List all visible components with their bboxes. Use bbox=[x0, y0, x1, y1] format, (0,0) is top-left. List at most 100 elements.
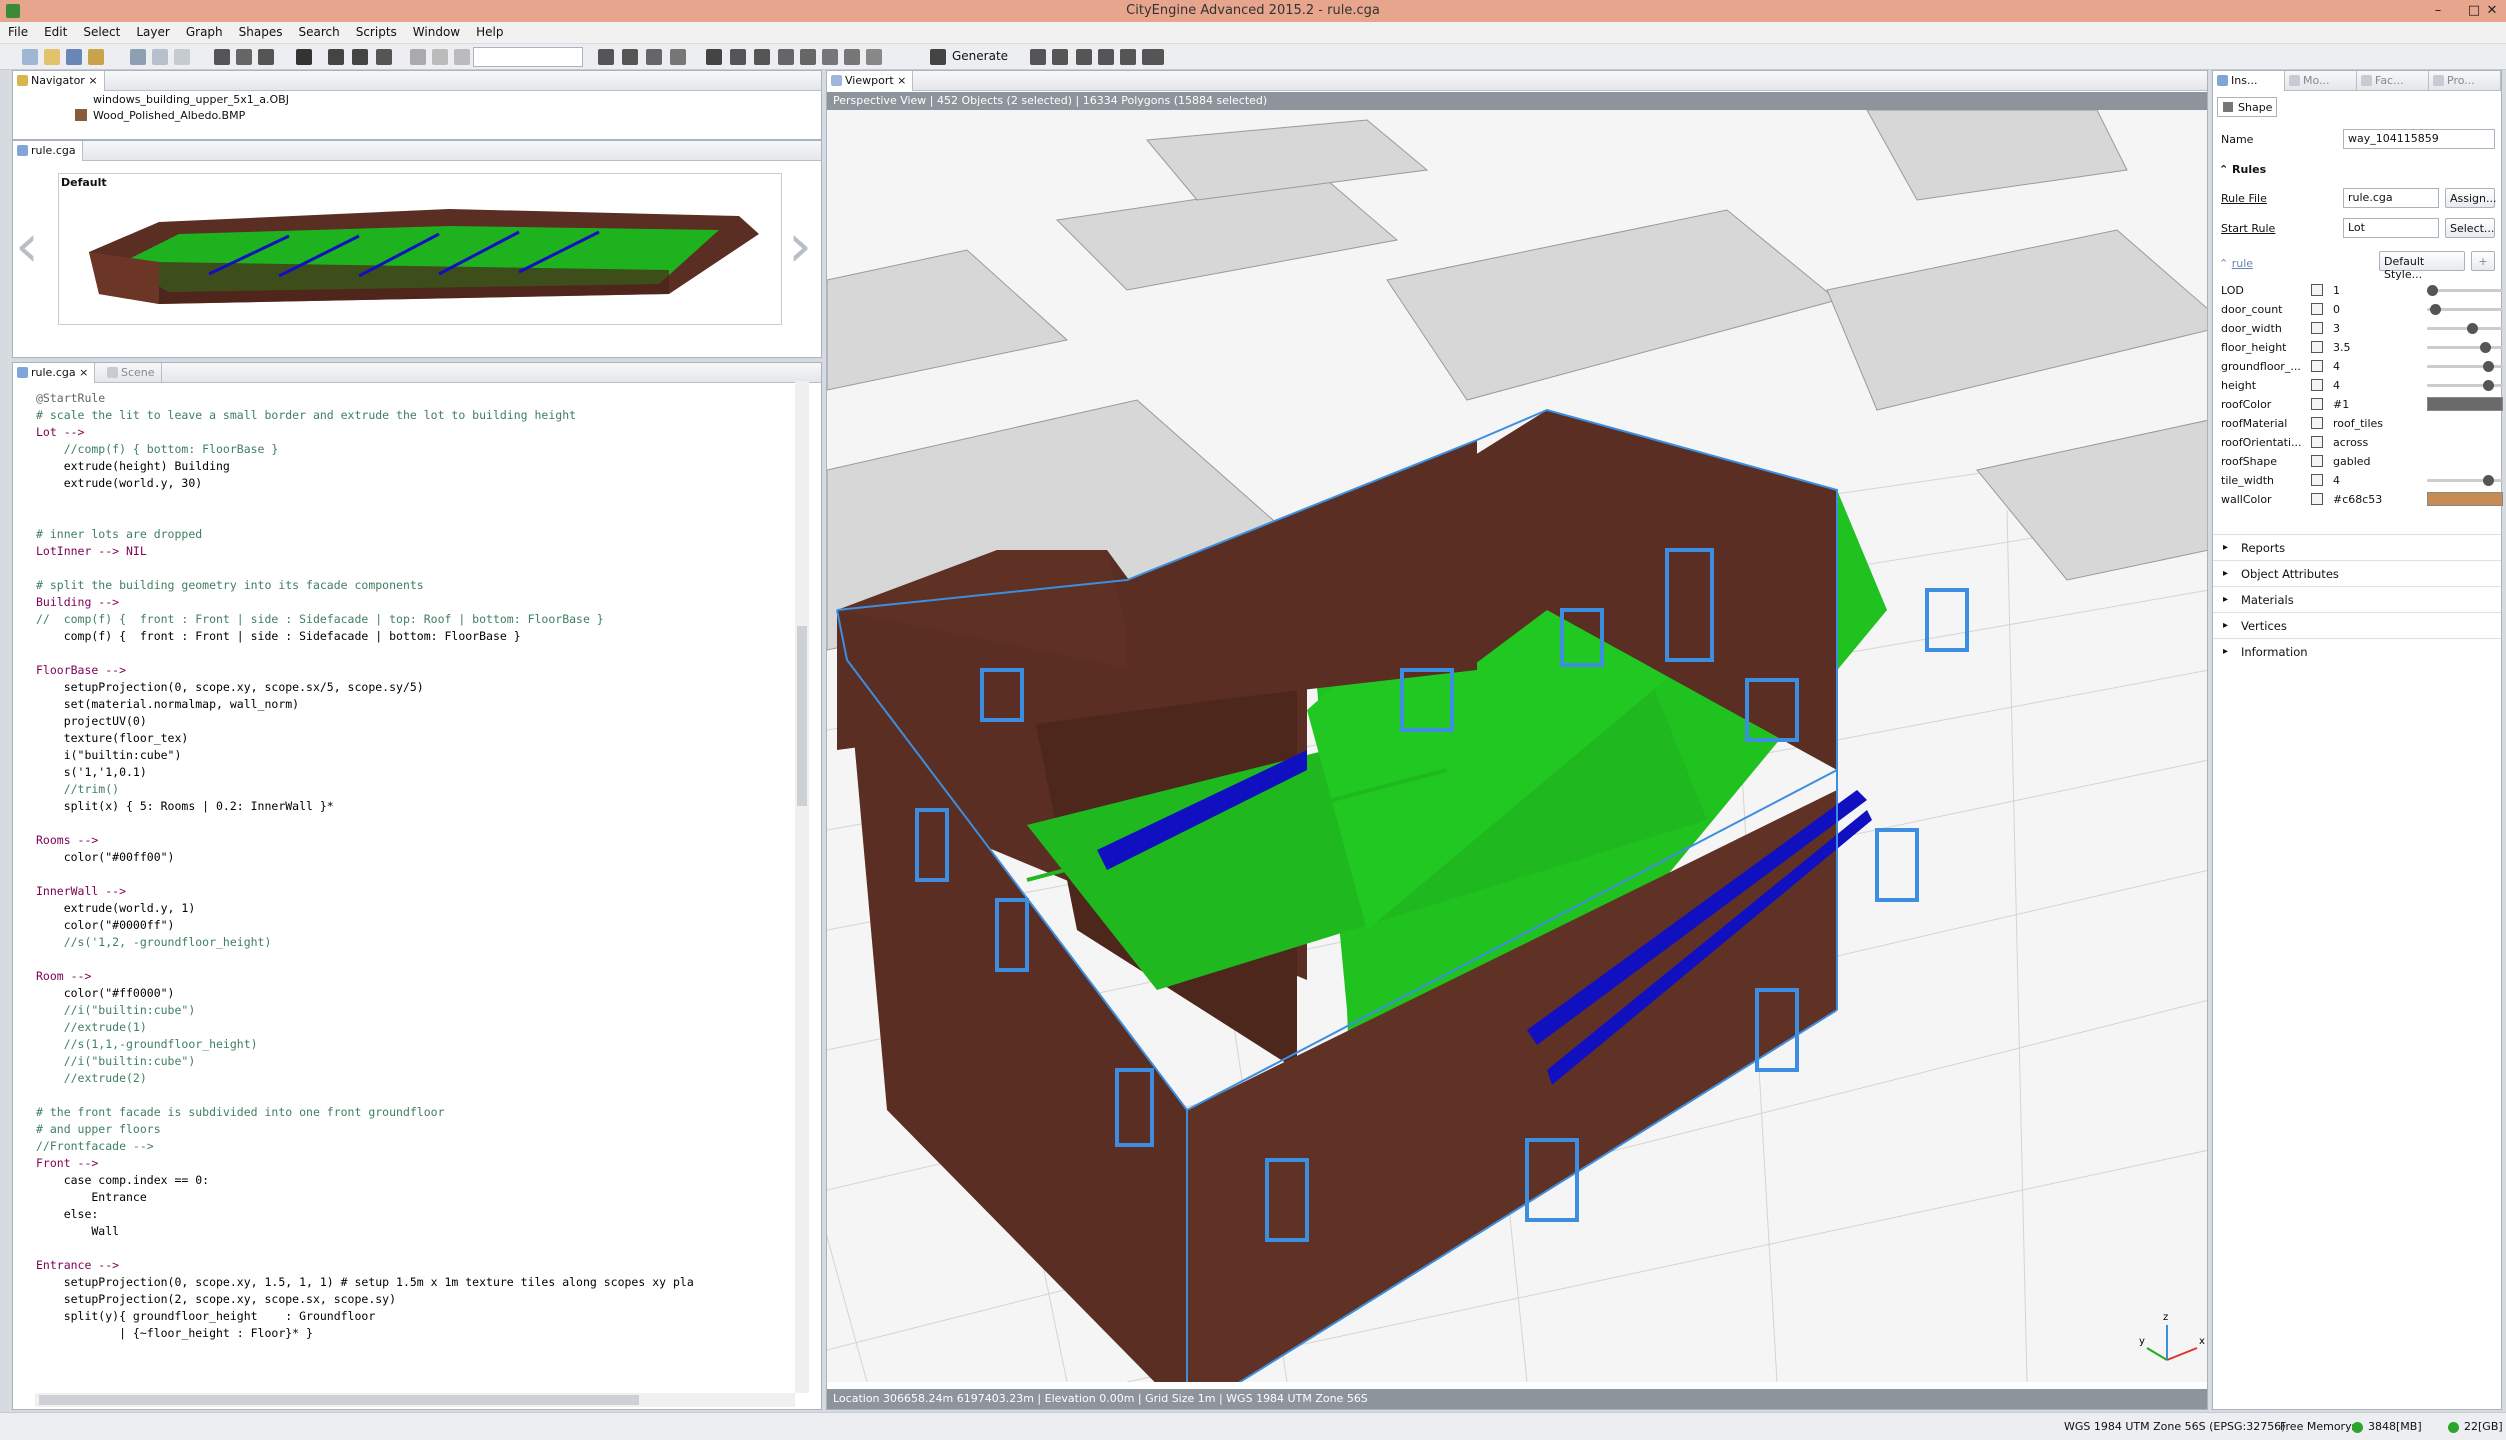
menu-search[interactable]: Search bbox=[290, 22, 347, 39]
attribute-source-icon[interactable] bbox=[2311, 379, 2323, 391]
code-line[interactable] bbox=[36, 560, 791, 577]
attribute-source-icon[interactable] bbox=[2311, 360, 2323, 372]
tab-navigator[interactable]: Navigator × bbox=[13, 71, 105, 91]
code-line[interactable]: # and upper floors bbox=[36, 1121, 791, 1138]
menu-scripts[interactable]: Scripts bbox=[348, 22, 405, 39]
code-line[interactable]: # inner lots are dropped bbox=[36, 526, 791, 543]
code-line[interactable]: LotInner --> NIL bbox=[36, 543, 791, 560]
code-line[interactable]: Entrance --> bbox=[36, 1257, 791, 1274]
code-line[interactable] bbox=[36, 1087, 791, 1104]
slider-knob[interactable] bbox=[2430, 304, 2442, 315]
attribute-value[interactable]: #c68c53 bbox=[2333, 493, 2382, 506]
attribute-value[interactable]: 4 bbox=[2333, 360, 2340, 373]
paste-icon[interactable] bbox=[174, 49, 190, 65]
rule-file-field[interactable]: rule.cga bbox=[2343, 188, 2439, 208]
code-line[interactable]: # scale the lit to leave a small border … bbox=[36, 407, 791, 424]
attribute-row[interactable]: tile_width 4 bbox=[2221, 471, 2503, 490]
attribute-row[interactable]: door_width 3 bbox=[2221, 319, 2503, 338]
editor-hscrollbar[interactable] bbox=[35, 1393, 795, 1407]
code-line[interactable]: i("builtin:cube") bbox=[36, 747, 791, 764]
code-line[interactable]: Rooms --> bbox=[36, 832, 791, 849]
default-style-button[interactable]: Default Style... bbox=[2379, 251, 2465, 281]
editor-vscrollbar[interactable] bbox=[795, 381, 809, 1393]
cube5-icon[interactable] bbox=[800, 49, 816, 65]
menu-shapes[interactable]: Shapes bbox=[231, 22, 291, 39]
name-field[interactable]: way_104115859 bbox=[2343, 129, 2495, 149]
tab-inspector[interactable]: Ins... bbox=[2213, 71, 2285, 91]
attribute-source-icon[interactable] bbox=[2311, 303, 2323, 315]
code-line[interactable]: //extrude(2) bbox=[36, 1070, 791, 1087]
code-line[interactable]: Wall bbox=[36, 1223, 791, 1240]
tab-rule-cga[interactable]: rule.cga × bbox=[13, 363, 96, 383]
attribute-value[interactable]: 0 bbox=[2333, 303, 2340, 316]
code-line[interactable]: extrude(world.y, 1) bbox=[36, 900, 791, 917]
menu-layer[interactable]: Layer bbox=[128, 22, 177, 39]
tab-scene[interactable]: Scene bbox=[103, 363, 162, 383]
code-line[interactable]: Front --> bbox=[36, 1155, 791, 1172]
add-icon[interactable]: + bbox=[2471, 251, 2495, 271]
code-line[interactable]: | {~floor_height : Floor}* } bbox=[36, 1325, 791, 1342]
slider-knob[interactable] bbox=[2479, 342, 2491, 353]
select-button[interactable]: Select... bbox=[2445, 218, 2495, 238]
code-line[interactable]: Entrance bbox=[36, 1189, 791, 1206]
attribute-row[interactable]: roofMaterial roof_tiles bbox=[2221, 414, 2495, 433]
transform-icon[interactable] bbox=[352, 49, 368, 65]
attribute-slider[interactable] bbox=[2427, 380, 2503, 391]
shape-tool-icon[interactable] bbox=[622, 49, 638, 65]
attribute-slider[interactable] bbox=[2427, 304, 2503, 315]
cube-icon[interactable] bbox=[706, 49, 722, 65]
lock-icon[interactable] bbox=[454, 49, 470, 65]
generate-button[interactable]: Generate bbox=[952, 49, 1008, 63]
attribute-value[interactable]: 3 bbox=[2333, 322, 2340, 335]
rect-tool-icon[interactable] bbox=[670, 49, 686, 65]
generate-icon[interactable] bbox=[930, 49, 946, 65]
snap-icon[interactable] bbox=[410, 49, 426, 65]
polygon-tool-icon[interactable] bbox=[646, 49, 662, 65]
code-line[interactable]: //i("builtin:cube") bbox=[36, 1002, 791, 1019]
rotate-icon[interactable] bbox=[236, 49, 252, 65]
code-line[interactable]: texture(floor_tex) bbox=[36, 730, 791, 747]
attribute-row[interactable]: roofOrientati... across bbox=[2221, 433, 2495, 452]
code-line[interactable]: //comp(f) { bottom: FloorBase } bbox=[36, 441, 791, 458]
code-line[interactable] bbox=[36, 866, 791, 883]
tab-facade[interactable]: Fac... bbox=[2357, 71, 2429, 91]
attribute-value[interactable]: 4 bbox=[2333, 379, 2340, 392]
minimize-button[interactable]: – bbox=[2420, 1, 2456, 21]
slider-knob[interactable] bbox=[2483, 380, 2495, 391]
code-line[interactable]: extrude(height) Building bbox=[36, 458, 791, 475]
hscroll-thumb[interactable] bbox=[39, 1395, 639, 1405]
attribute-row[interactable]: height 4 bbox=[2221, 376, 2503, 395]
menu-edit[interactable]: Edit bbox=[36, 22, 75, 39]
attribute-row[interactable]: wallColor #c68c53 bbox=[2221, 490, 2503, 509]
prev-style-arrow[interactable]: ‹ bbox=[15, 191, 41, 301]
edit-tool-icon[interactable] bbox=[328, 49, 344, 65]
code-editor[interactable]: @StartRule # scale the lit to leave a sma… bbox=[36, 390, 791, 1393]
attribute-value[interactable]: gabled bbox=[2333, 455, 2371, 468]
tab-properties[interactable]: Pro... bbox=[2429, 71, 2501, 91]
code-line[interactable] bbox=[36, 509, 791, 526]
code-line[interactable] bbox=[36, 645, 791, 662]
zoom-icon[interactable] bbox=[376, 49, 392, 65]
rules-header[interactable]: ⌃ Rules bbox=[2219, 163, 2266, 176]
start-rule-link[interactable]: Start Rule bbox=[2221, 222, 2275, 235]
attribute-source-icon[interactable] bbox=[2311, 455, 2323, 467]
menu-select[interactable]: Select bbox=[75, 22, 128, 39]
cube7-icon[interactable] bbox=[844, 49, 860, 65]
cube3-icon[interactable] bbox=[754, 49, 770, 65]
code-line[interactable]: //trim() bbox=[36, 781, 791, 798]
code-line[interactable]: projectUV(0) bbox=[36, 713, 791, 730]
cleanup-icon[interactable] bbox=[1030, 49, 1046, 65]
slider-knob[interactable] bbox=[2466, 323, 2478, 334]
attribute-row[interactable]: roofShape gabled bbox=[2221, 452, 2495, 471]
code-line[interactable]: set(material.normalmap, wall_norm) bbox=[36, 696, 791, 713]
section-materials[interactable]: ▸ Materials bbox=[2213, 586, 2501, 612]
attribute-value[interactable]: 1 bbox=[2333, 284, 2340, 297]
scale-icon[interactable] bbox=[258, 49, 274, 65]
code-line[interactable]: color("#00ff00") bbox=[36, 849, 791, 866]
attribute-slider[interactable] bbox=[2427, 285, 2503, 296]
code-line[interactable]: case comp.index == 0: bbox=[36, 1172, 791, 1189]
attribute-value[interactable]: #1 bbox=[2333, 398, 2349, 411]
code-line[interactable]: //Frontfacade --> bbox=[36, 1138, 791, 1155]
sun-icon[interactable] bbox=[1120, 49, 1136, 65]
scroll-thumb[interactable] bbox=[797, 626, 807, 806]
